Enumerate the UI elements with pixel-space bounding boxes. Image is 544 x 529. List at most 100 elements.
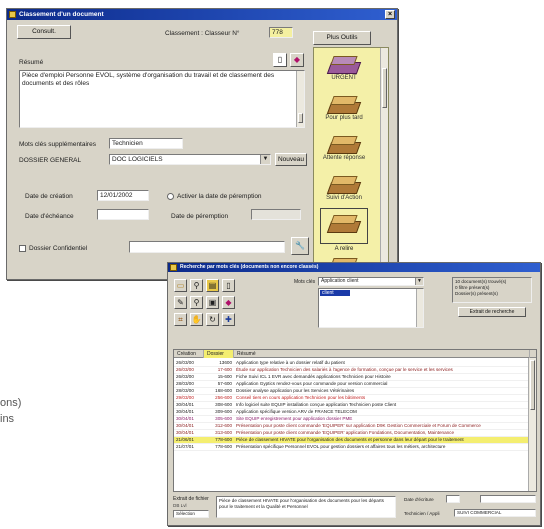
table-row[interactable]: 28/03/00 57-600 Application Gyptics rendez… — [174, 380, 528, 388]
recherche-window-titlebar[interactable]: Recherche par mots clés (documents non e… — [168, 263, 540, 272]
search-small-icon[interactable]: ⚲ — [190, 296, 203, 309]
row-resume: Application type relative à un dossier r… — [234, 359, 528, 367]
activer-peremption-label: Activer la date de péremption — [177, 193, 262, 200]
col-header-creation[interactable]: Création — [174, 350, 204, 358]
dossier-confidentiel-checkbox[interactable] — [19, 245, 26, 252]
keyword-list-scrollbar[interactable] — [416, 289, 423, 327]
dossier-select[interactable]: DOC LOGICIELS ▼ — [109, 154, 271, 165]
recherche-window: Recherche par mots clés (documents non e… — [167, 262, 541, 526]
nouveau-button[interactable]: Nouveau — [275, 153, 307, 166]
row-dossier: 308-600 — [204, 401, 234, 409]
window-icon[interactable]: ▣ — [206, 296, 219, 309]
dossier-select-value: DOC LOGICIELS — [112, 156, 163, 163]
chevron-down-icon[interactable]: ▼ — [260, 155, 270, 164]
date-creation-input[interactable]: 12/01/2002 — [97, 190, 149, 201]
dossier-confidentiel-input[interactable] — [129, 241, 285, 253]
row-resume: Étude sur application Technicien des sal… — [234, 366, 528, 374]
tray-urgent[interactable]: URGENT — [314, 52, 374, 81]
document-stack-icon[interactable]: ▤ — [206, 279, 219, 292]
date-ecriture-input-2[interactable] — [480, 495, 536, 503]
row-date: 21/06/01 — [174, 436, 204, 444]
date-echeance-input[interactable] — [97, 209, 149, 220]
pin-icon[interactable]: ✚ — [222, 313, 235, 326]
mots-cles-label: Mots clés supplémentaires — [19, 141, 96, 148]
table-row[interactable]: 30/04/01 313-600 Présentation pour poste c… — [174, 429, 528, 437]
close-icon[interactable]: × — [385, 10, 395, 19]
resume-text: Pièce d'emploi Personne EVOL, système d'… — [22, 72, 275, 87]
page-icon[interactable]: ▯ — [273, 53, 287, 67]
table-row[interactable]: 30/04/01 312-600 Présentation pour poste c… — [174, 422, 528, 430]
resume-textarea[interactable]: Pièce d'emploi Personne EVOL, système d'… — [19, 70, 305, 128]
pencil-icon[interactable]: ✎ — [174, 296, 187, 309]
refresh-icon[interactable]: ↻ — [206, 313, 219, 326]
row-resume: Application spécifique version ARV de FR… — [234, 408, 528, 416]
table-row[interactable]: 26/03/00 15-600 Fiche Suivi ICL 1 EVR avec… — [174, 373, 528, 381]
search-icon — [170, 264, 177, 271]
row-resume: Dossier analyse application pour les Ser… — [234, 387, 528, 395]
table-row[interactable]: 26/03/00 17-600 Étude sur application Tech… — [174, 366, 528, 374]
row-date: 30/04/01 — [174, 408, 204, 416]
classement-window-title: Classement d'un document — [19, 11, 104, 18]
table-row[interactable]: 21/07/01 778-600 Présentation spécifique P… — [174, 443, 528, 451]
resume-scrollbar[interactable] — [296, 71, 304, 127]
row-resume: Présentation pour poste client commande … — [234, 429, 528, 437]
date-ecriture-input[interactable] — [446, 495, 460, 503]
tray-attente-reponse[interactable]: Attente réponse — [314, 132, 374, 161]
results-scrollbar[interactable] — [528, 358, 536, 491]
chevron-down-icon[interactable]: ▼ — [415, 278, 423, 285]
classeur-number-field[interactable]: 778 — [269, 27, 293, 38]
col-header-resume[interactable]: Résumé — [234, 350, 530, 358]
tray-pour-plus-tard[interactable]: Pour plus tard — [314, 92, 374, 121]
folder-icon — [9, 11, 16, 18]
gem-icon[interactable]: ◆ — [290, 53, 304, 67]
page-blank-icon[interactable]: ▯ — [222, 279, 235, 292]
row-date: 28/03/00 — [174, 387, 204, 395]
results-grid: Création Dossier Résumé 26/03/00 13600 App… — [173, 349, 537, 492]
folder-open-icon[interactable]: ▭ — [174, 279, 187, 292]
mots-cles-input[interactable]: Technicien — [109, 138, 183, 149]
tray-scrollbar[interactable] — [380, 48, 388, 262]
row-date: 21/07/01 — [174, 443, 204, 451]
table-row[interactable]: 30/04/01 308-600 Info logiciel suite EQUIP… — [174, 401, 528, 409]
date-peremption-input[interactable] — [251, 209, 301, 220]
gem-small-icon[interactable]: ◆ — [222, 296, 235, 309]
keyword-list[interactable]: client — [318, 288, 424, 328]
keyword-list-item[interactable]: client — [320, 290, 350, 296]
col-header-dossier[interactable]: Dossier — [204, 350, 234, 358]
extrait-sub-field[interactable]: Sélection — [173, 510, 209, 518]
results-info-box: 10 document(s) trouvé(s) 0 filtre présen… — [452, 277, 532, 303]
keyword-value: Application client — [321, 278, 359, 284]
tray-a-relire[interactable] — [320, 208, 368, 244]
plus-outils-button[interactable]: Plus Outils — [313, 31, 371, 45]
extrait-text-box: Pièce de classement HIVATE pour l'organi… — [216, 496, 396, 518]
table-row[interactable]: 30/04/01 309-600 Application spécifique ve… — [174, 408, 528, 416]
row-resume: Présentation pour poste client commande … — [234, 422, 528, 430]
row-dossier: 15-600 — [204, 373, 234, 381]
dossier-confidentiel-label: Dossier Confidentiel — [29, 245, 88, 252]
table-row[interactable]: 29/03/00 256-600 Conseil tiers en cours ap… — [174, 394, 528, 402]
resume-label: Résumé — [19, 59, 44, 66]
row-date: 28/03/00 — [174, 380, 204, 388]
activer-peremption-checkbox[interactable] — [167, 193, 174, 200]
wrench-icon[interactable]: 🔧 — [291, 237, 309, 255]
hand-icon[interactable]: ✋ — [190, 313, 203, 326]
magnifier-icon[interactable]: ⚲ — [190, 279, 203, 292]
table-row[interactable]: 21/06/01 778-600 Pièce de classement HIVAT… — [174, 436, 528, 444]
date-ecriture-label: Date d'écriture — [404, 497, 434, 502]
consult-button[interactable]: Consult. — [17, 25, 71, 39]
recherche-window-title: Recherche par mots clés (documents non e… — [180, 264, 319, 270]
row-resume: Pièce de classement HIVATE pour l'organi… — [234, 436, 528, 444]
tray-suivi-action[interactable]: Suivi d'Action — [314, 172, 374, 201]
user-input[interactable]: SUIVI COMMERCIAL — [454, 509, 536, 517]
classement-window-titlebar[interactable]: Classement d'un document × — [7, 9, 397, 20]
tag-icon[interactable]: ⌗ — [174, 313, 187, 326]
keyword-input[interactable]: Application client ▼ — [318, 277, 424, 286]
extract-search-button[interactable]: Extrait de recherche — [458, 307, 526, 317]
table-row[interactable]: 28/03/00 168-600 Dossier analyse applicati… — [174, 387, 528, 395]
row-dossier: 13600 — [204, 359, 234, 367]
row-dossier: 313-600 — [204, 429, 234, 437]
row-dossier: 312-600 — [204, 422, 234, 430]
table-row[interactable]: 26/03/00 13600 Application type relative à… — [174, 359, 528, 367]
user-label: Technicien / Appli — [404, 511, 440, 516]
table-row[interactable]: 30/04/01 305-600 Site EQUIP enregistrement… — [174, 415, 528, 423]
